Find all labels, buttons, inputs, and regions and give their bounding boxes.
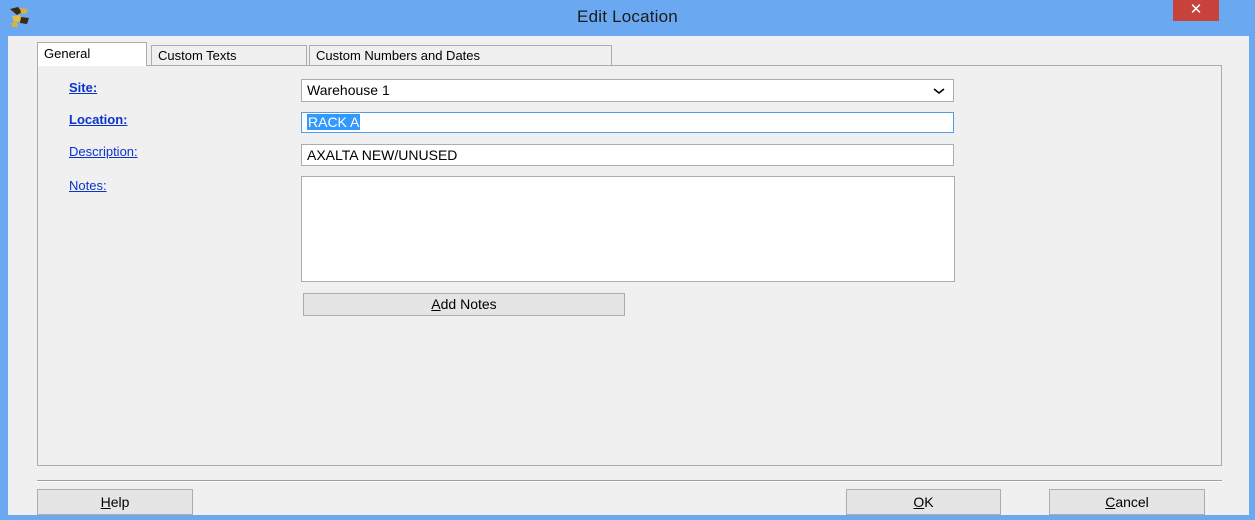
close-button[interactable]: ✕ [1173, 0, 1219, 21]
tab-general[interactable]: General [37, 42, 147, 66]
description-input[interactable]: AXALTA NEW/UNUSED [301, 144, 954, 166]
cancel-button[interactable]: Cancel [1049, 489, 1205, 515]
footer-divider-highlight [37, 481, 1222, 482]
close-icon: ✕ [1189, 1, 1203, 18]
add-notes-button[interactable]: Add Notes [303, 293, 625, 316]
ok-label: K [924, 494, 934, 510]
title-bar: Edit Location ✕ [0, 0, 1255, 36]
notes-label[interactable]: Notes: [69, 178, 107, 193]
help-mnemonic: H [100, 494, 111, 510]
edit-location-window: Edit Location ✕ General Custom Texts Cus… [0, 0, 1255, 520]
tab-general-label: General [44, 46, 91, 61]
site-value: Warehouse 1 [307, 82, 390, 98]
cancel-label: ancel [1115, 494, 1149, 510]
notes-textarea[interactable] [301, 176, 955, 282]
window-title: Edit Location [577, 7, 678, 26]
location-input[interactable]: RACK A [301, 112, 954, 133]
ok-button[interactable]: OK [846, 489, 1001, 515]
tab-custom-numbers-label: Custom Numbers and Dates [316, 48, 481, 63]
cancel-mnemonic: C [1105, 494, 1116, 510]
dialog-body: General Custom Texts Custom Numbers and … [8, 36, 1249, 515]
help-button[interactable]: Help [37, 489, 193, 515]
tab-custom-texts[interactable]: Custom Texts [151, 45, 307, 65]
add-notes-mnemonic: A [431, 296, 441, 312]
ok-mnemonic: O [913, 494, 925, 510]
location-value: RACK A [307, 114, 361, 130]
location-label[interactable]: Location: [69, 112, 128, 127]
add-notes-label: dd Notes [440, 296, 497, 312]
tab-custom-numbers-and-dates[interactable]: Custom Numbers and Dates [309, 45, 612, 65]
description-label[interactable]: Description: [69, 144, 138, 159]
help-label: elp [110, 494, 130, 510]
chevron-down-icon[interactable] [933, 80, 945, 106]
site-dropdown[interactable]: Warehouse 1 [301, 79, 954, 102]
tab-custom-texts-label: Custom Texts [158, 48, 237, 63]
description-value: AXALTA NEW/UNUSED [307, 147, 458, 163]
site-label[interactable]: Site: [69, 80, 97, 95]
